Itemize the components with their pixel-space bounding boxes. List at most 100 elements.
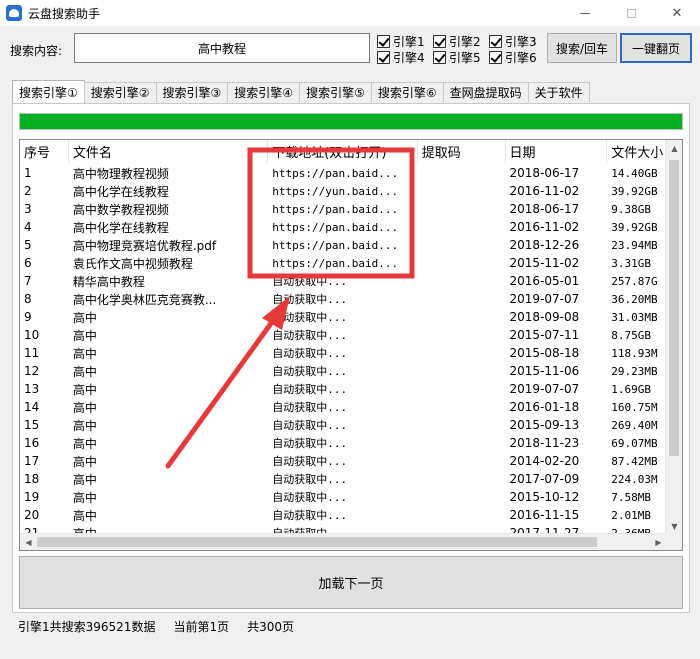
table-cell bbox=[418, 308, 506, 326]
tab-about[interactable]: 关于软件 bbox=[527, 82, 590, 102]
vertical-scrollbar[interactable]: ▲ ▼ bbox=[665, 140, 682, 535]
table-row[interactable]: 1 高中物理教程视频 https://pan.baid... 2018-06-17 14… bbox=[20, 164, 682, 182]
table-row[interactable]: 16 高中 自动获取中... 2018-11-23 69.07MB bbox=[20, 434, 682, 452]
engine-3-checkbox[interactable]: 引擎3 bbox=[489, 33, 537, 50]
table-row[interactable]: 5 高中物理竞赛培优教程.pdf https://pan.baid... 2018-1… bbox=[20, 236, 682, 254]
progress-bar bbox=[19, 113, 683, 130]
table-cell: 2016-05-01 bbox=[509, 274, 580, 288]
tab-engine-4[interactable]: 搜索引擎④ bbox=[227, 82, 301, 102]
results-list: 序号 文件名 下载地址(双击打开) 提取码 日期 文件大小 1 高中物理教程视频 h… bbox=[19, 139, 683, 551]
table-cell: https://pan.baid... bbox=[272, 166, 399, 180]
engine-6-checkbox[interactable]: 引擎6 bbox=[489, 49, 537, 66]
table-cell: 自动获取中... bbox=[272, 509, 348, 522]
tab-extract-code[interactable]: 查网盘提取码 bbox=[442, 82, 529, 102]
table-cell: 19 bbox=[24, 490, 40, 504]
table-row[interactable]: 12 高中 自动获取中... 2015-11-06 29.23MB bbox=[20, 362, 682, 380]
table-cell: 高中物理竞赛培优教程.pdf bbox=[72, 238, 217, 253]
table-cell: 高中化学奥林匹克竞赛教... bbox=[72, 292, 217, 307]
scroll-left-icon[interactable]: ◀ bbox=[20, 534, 37, 550]
table-row[interactable]: 18 高中 自动获取中... 2017-07-09 224.03M bbox=[20, 470, 682, 488]
table-cell: 2017-07-09 bbox=[509, 472, 580, 486]
table-row[interactable]: 15 高中 自动获取中... 2015-09-13 269.40M bbox=[20, 416, 682, 434]
table-row[interactable]: 11 高中 自动获取中... 2015-08-18 118.93M bbox=[20, 344, 682, 362]
search-input[interactable] bbox=[74, 33, 370, 63]
table-cell bbox=[418, 164, 506, 182]
table-cell bbox=[418, 254, 506, 272]
table-row[interactable]: 3 高中数学教程视频 https://pan.baid... 2018-06-17 9.… bbox=[20, 200, 682, 218]
table-row[interactable]: 19 高中 自动获取中... 2015-10-12 7.58MB bbox=[20, 488, 682, 506]
engine-1-checkbox[interactable]: 引擎1 bbox=[377, 33, 425, 50]
table-cell: 自动获取中... bbox=[272, 275, 348, 288]
table-cell: 自动获取中... bbox=[272, 455, 348, 468]
table-cell: 2016-11-02 bbox=[509, 184, 580, 198]
table-cell: 2019-07-07 bbox=[509, 292, 580, 306]
table-cell: 高中 bbox=[72, 346, 97, 361]
scroll-thumb[interactable] bbox=[669, 160, 679, 456]
tab-engine-2[interactable]: 搜索引擎② bbox=[83, 82, 157, 102]
table-cell: https://pan.baid... bbox=[272, 220, 399, 234]
table-cell: 高中 bbox=[72, 382, 97, 397]
engine-5-checkbox[interactable]: 引擎5 bbox=[433, 49, 481, 66]
table-cell: 自动获取中... bbox=[272, 383, 348, 396]
table-cell: 自动获取中... bbox=[272, 347, 348, 360]
table-cell bbox=[418, 218, 506, 236]
table-cell bbox=[418, 488, 506, 506]
table-cell: 17 bbox=[24, 454, 40, 468]
tab-engine-5[interactable]: 搜索引擎⑤ bbox=[299, 82, 372, 102]
maximize-button[interactable] bbox=[608, 0, 654, 26]
flip-pages-button[interactable]: 一键翻页 bbox=[620, 33, 692, 63]
table-cell: 2015-07-11 bbox=[509, 328, 580, 342]
table-row[interactable]: 8 高中化学奥林匹克竞赛教... 自动获取中... 2019-07-07 36.20MB bbox=[20, 290, 682, 308]
minimize-button[interactable] bbox=[562, 0, 608, 26]
table-cell: 2016-11-15 bbox=[509, 508, 580, 522]
checkbox-check-icon bbox=[489, 35, 502, 48]
table-row[interactable]: 17 高中 自动获取中... 2014-02-20 87.42MB bbox=[20, 452, 682, 470]
table-cell: 精华高中教程 bbox=[72, 274, 145, 289]
tab-engine-6[interactable]: 搜索引擎⑥ bbox=[370, 82, 444, 102]
engine-4-checkbox[interactable]: 引擎4 bbox=[377, 49, 425, 66]
table-row[interactable]: 13 高中 自动获取中... 2019-07-07 1.69GB bbox=[20, 380, 682, 398]
search-label: 搜索内容: bbox=[10, 44, 63, 58]
table-cell: 14 bbox=[24, 400, 40, 414]
scroll-up-icon[interactable]: ▲ bbox=[666, 140, 682, 157]
table-cell bbox=[418, 326, 506, 344]
table-cell: 高中 bbox=[72, 508, 97, 523]
table-cell: 2018-06-17 bbox=[509, 166, 580, 180]
scroll-thumb[interactable] bbox=[37, 537, 597, 547]
table-cell: 2014-02-20 bbox=[509, 454, 580, 468]
column-header[interactable]: 文件名 bbox=[69, 140, 269, 163]
load-next-page-button[interactable]: 加载下一页 bbox=[19, 556, 683, 609]
horizontal-scrollbar[interactable]: ◀ ▶ bbox=[20, 533, 667, 550]
tab-engine-1[interactable]: 搜索引擎① bbox=[12, 80, 85, 103]
table-row[interactable]: 10 高中 自动获取中... 2015-07-11 8.75GB bbox=[20, 326, 682, 344]
search-button[interactable]: 搜索/回车 bbox=[547, 33, 617, 63]
table-cell bbox=[418, 200, 506, 218]
table-row[interactable]: 14 高中 自动获取中... 2016-01-18 160.75M bbox=[20, 398, 682, 416]
table-cell: 12 bbox=[24, 364, 40, 378]
table-cell: 5 bbox=[24, 238, 32, 252]
maximize-icon bbox=[626, 8, 636, 18]
close-button[interactable]: ✕ bbox=[654, 0, 700, 26]
table-row[interactable]: 4 高中化学在线教程 https://pan.baid... 2016-11-02 39… bbox=[20, 218, 682, 236]
engine-2-checkbox[interactable]: 引擎2 bbox=[433, 33, 481, 50]
table-cell bbox=[418, 362, 506, 380]
scrollbar-corner bbox=[665, 533, 682, 550]
table-cell: https://pan.baid... bbox=[272, 202, 399, 216]
table-cell: https://yun.baid... bbox=[272, 184, 399, 198]
table-cell: 高中 bbox=[72, 400, 97, 415]
table-row[interactable]: 7 精华高中教程 自动获取中... 2016-05-01 257.87G bbox=[20, 272, 682, 290]
column-header[interactable]: 日期 bbox=[506, 140, 608, 163]
table-cell: https://pan.baid... bbox=[272, 238, 399, 252]
column-header[interactable]: 提取码 bbox=[418, 140, 506, 163]
table-row[interactable]: 20 高中 自动获取中... 2016-11-15 2.01MB bbox=[20, 506, 682, 524]
table-row[interactable]: 6 袁氏作文高中视频教程 https://pan.baid... 2015-11-02… bbox=[20, 254, 682, 272]
tab-engine-3[interactable]: 搜索引擎③ bbox=[155, 82, 229, 102]
table-cell: 自动获取中... bbox=[272, 365, 348, 378]
table-cell: 13 bbox=[24, 382, 40, 396]
table-row[interactable]: 2 高中化学在线教程 https://yun.baid... 2016-11-02 39… bbox=[20, 182, 682, 200]
status-summary: 引擎1共搜索396521数据 bbox=[18, 620, 156, 634]
column-header[interactable]: 下载地址(双击打开) bbox=[268, 140, 418, 163]
table-row[interactable]: 9 高中 自动获取中... 2018-09-08 31.03MB bbox=[20, 308, 682, 326]
close-icon: ✕ bbox=[671, 5, 683, 21]
column-header[interactable]: 序号 bbox=[20, 140, 69, 163]
